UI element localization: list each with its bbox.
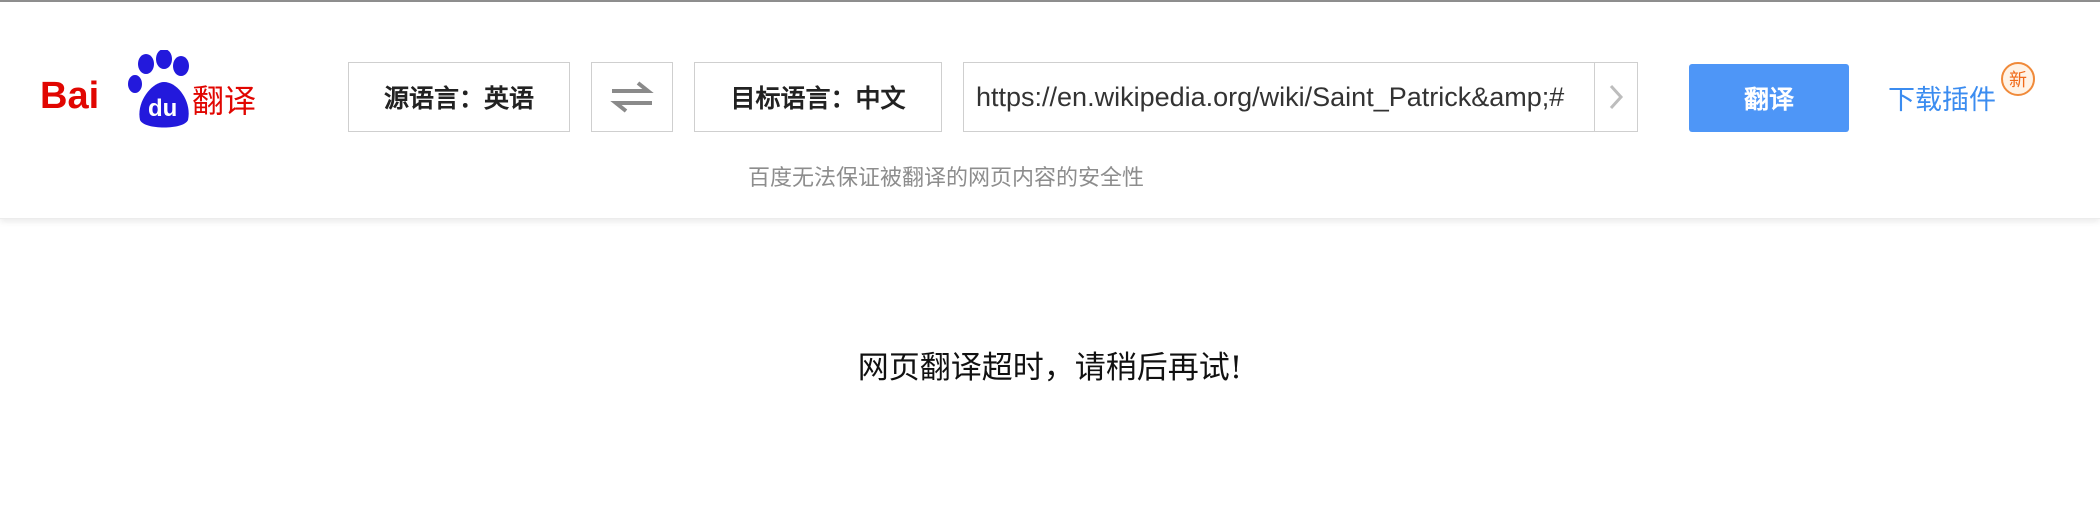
source-language-label: 源语言：英语	[383, 84, 534, 113]
translate-button-label: 翻译	[1743, 85, 1794, 114]
translate-toolbar: Bai du 翻译 源语言：英语 目标语言：中文 翻译 下载插件 新 百度无法保…	[0, 2, 2100, 219]
timeout-message: 网页翻译超时，请稍后再试!	[857, 350, 1243, 386]
new-badge: 新	[2001, 62, 2035, 96]
target-language-select[interactable]: 目标语言：中文	[694, 62, 942, 132]
swap-arrows-icon	[610, 81, 654, 113]
security-disclaimer: 百度无法保证被翻译的网页内容的安全性	[748, 166, 1145, 191]
svg-text:翻译: 翻译	[192, 82, 256, 120]
source-language-select[interactable]: 源语言：英语	[348, 62, 570, 132]
url-input[interactable]	[964, 64, 1584, 130]
baidu-fanyi-logo[interactable]: Bai du 翻译	[40, 50, 260, 130]
translate-button[interactable]: 翻译	[1689, 64, 1849, 132]
target-language-label: 目标语言：中文	[730, 84, 906, 113]
url-go-button[interactable]	[1594, 63, 1637, 131]
download-plugin-link[interactable]: 下载插件	[1888, 78, 1996, 118]
baidu-logo-icon: Bai du 翻译	[40, 50, 256, 128]
svg-text:Bai: Bai	[40, 75, 99, 117]
swap-languages-button[interactable]	[591, 62, 673, 132]
chevron-right-icon	[1609, 84, 1624, 110]
url-field	[963, 62, 1638, 132]
svg-text:du: du	[148, 95, 177, 122]
